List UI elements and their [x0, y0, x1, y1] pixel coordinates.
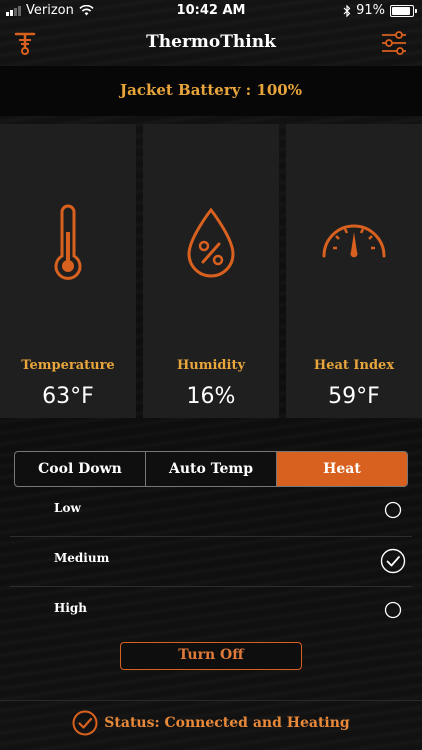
battery-percent: 91% — [356, 3, 385, 18]
nav-bar: ThermoThink — [0, 22, 422, 66]
level-label: Medium — [54, 551, 110, 565]
temperature-card: Temperature 63°F — [0, 124, 136, 418]
level-option-medium[interactable]: Medium — [10, 537, 412, 587]
mode-segmented-control: Cool Down Auto Temp Heat — [14, 451, 408, 487]
sensor-cards: Temperature 63°F Humidity 16% Heat Index… — [0, 124, 422, 418]
gauge-icon — [286, 204, 422, 284]
mode-cool-down-button[interactable]: Cool Down — [15, 452, 146, 486]
heat-index-card: Heat Index 59°F — [286, 124, 422, 418]
level-label: Low — [54, 501, 81, 515]
level-option-high[interactable]: High — [10, 587, 412, 636]
radio-checked-icon[interactable] — [380, 548, 406, 578]
app-title: ThermoThink — [146, 32, 276, 52]
radio-unchecked-icon[interactable] — [384, 601, 402, 623]
heat-level-list: Low Medium High — [10, 487, 412, 636]
level-option-low[interactable]: Low — [10, 487, 412, 537]
settings-sliders-icon[interactable] — [380, 28, 408, 58]
divider — [0, 700, 422, 701]
radio-unchecked-icon[interactable] — [384, 501, 402, 523]
bluetooth-icon — [343, 4, 351, 17]
humidity-value: 16% — [186, 384, 236, 409]
status-bar-right: 91% — [343, 3, 417, 18]
check-circle-icon — [72, 710, 98, 736]
status-text: Status: Connected and Heating — [104, 715, 350, 731]
temperature-value: 63°F — [42, 384, 94, 409]
temperature-label: Temperature — [21, 358, 115, 373]
thermometer-icon — [0, 204, 136, 284]
mode-heat-button[interactable]: Heat — [277, 452, 407, 486]
humidity-card: Humidity 16% — [143, 124, 279, 418]
heat-index-value: 59°F — [328, 384, 380, 409]
battery-icon — [390, 4, 417, 17]
heat-index-label: Heat Index — [313, 358, 395, 373]
level-label: High — [54, 601, 88, 615]
connection-status: Status: Connected and Heating — [0, 708, 422, 738]
humidity-label: Humidity — [176, 358, 245, 373]
jacket-battery-banner: Jacket Battery : 100% — [0, 66, 422, 116]
mode-auto-temp-button[interactable]: Auto Temp — [146, 452, 277, 486]
humidity-drop-icon — [143, 204, 279, 284]
status-bar: Verizon 10:42 AM 91% — [0, 0, 422, 22]
turn-off-button[interactable]: Turn Off — [120, 642, 302, 670]
